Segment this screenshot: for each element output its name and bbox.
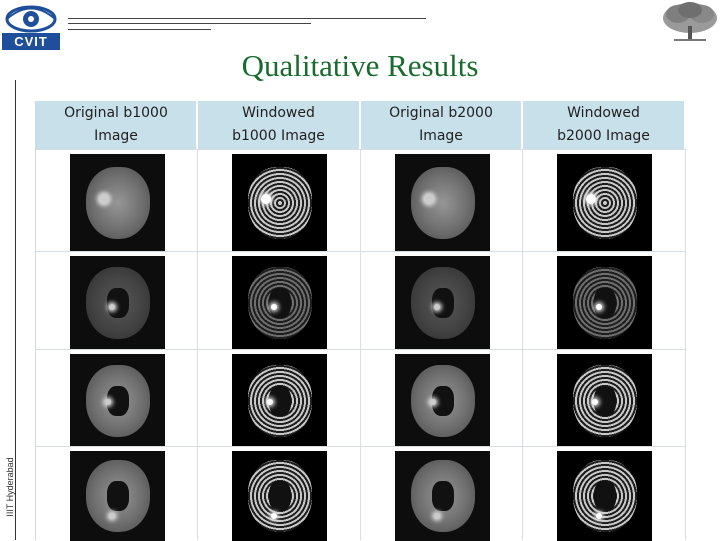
lesion-spot [430,399,436,405]
sidebar-label: IIIT Hyderabad [5,457,15,517]
mri-scan-image [70,451,165,541]
mri-scan-image [395,256,490,350]
results-table: Original b1000 Image Windowed b1000 Imag… [35,101,686,541]
mri-scan-image [395,354,490,447]
result-cell [36,251,198,350]
column-header: Original b2000 Image [361,101,523,149]
lesion-spot [596,304,602,310]
mri-scan-image [70,154,165,252]
ventricle [269,288,291,318]
result-cell [361,349,523,447]
header-rule [68,29,211,30]
header-rule [68,23,311,24]
result-cell [198,251,361,350]
lesion-spot [267,399,273,405]
column-header: Windowed b1000 Image [198,101,361,149]
cvit-logo: CVIT [2,2,60,50]
lesion-spot [586,194,596,204]
page-title: Qualitative Results [241,48,479,83]
mri-scan-image [232,354,327,447]
lesion-spot [424,194,434,204]
brain-region [248,167,312,239]
result-cell [361,446,523,541]
header-rule [68,18,426,19]
mri-scan-image [232,451,327,541]
mri-scan-image [557,154,652,252]
column-header-label: Windowed b1000 Image [232,105,325,144]
mri-scan-image [232,256,327,350]
mri-scan-image [70,256,165,350]
lesion-spot [434,513,440,519]
result-cell [198,349,361,447]
brain-region [86,167,150,239]
ventricle [107,288,129,318]
ventricle [432,288,454,318]
lesion-spot [271,513,277,519]
result-cell [361,251,523,350]
column-header-label: Original b1000 Image [64,105,168,144]
lesion-spot [109,513,115,519]
eye-icon [5,5,57,33]
result-cell [198,446,361,541]
result-cell [523,149,686,252]
result-cell [198,149,361,252]
lesion-spot [99,194,109,204]
result-cell [36,349,198,447]
ventricle [432,481,454,511]
mri-scan-image [557,256,652,350]
brain-region [411,167,475,239]
column-header-label: Windowed b2000 Image [557,105,650,144]
mri-scan-image [395,154,490,252]
lesion-spot [109,304,115,310]
ventricle [269,481,291,511]
result-cell [36,149,198,252]
lesion-spot [592,399,598,405]
lesion-spot [596,513,602,519]
mri-scan-image [557,354,652,447]
lesion-spot [105,399,111,405]
column-header: Windowed b2000 Image [523,101,686,149]
result-cell [36,446,198,541]
sidebar-divider [15,80,16,540]
brain-region [573,167,637,239]
logo-text: CVIT [2,33,60,50]
column-header-label: Original b2000 Image [389,105,493,144]
ventricle [594,481,616,511]
mri-scan-image [395,451,490,541]
result-cell [361,149,523,252]
mri-scan-image [70,354,165,447]
ventricle [594,288,616,318]
lesion-spot [261,194,271,204]
result-cell [523,446,686,541]
lesion-spot [271,304,277,310]
column-header: Original b1000 Image [36,101,198,149]
tree-logo-icon [663,2,717,41]
result-cell [523,251,686,350]
lesion-spot [434,304,440,310]
mri-scan-image [557,451,652,541]
ventricle [107,481,129,511]
mri-scan-image [232,154,327,252]
result-cell [523,349,686,447]
